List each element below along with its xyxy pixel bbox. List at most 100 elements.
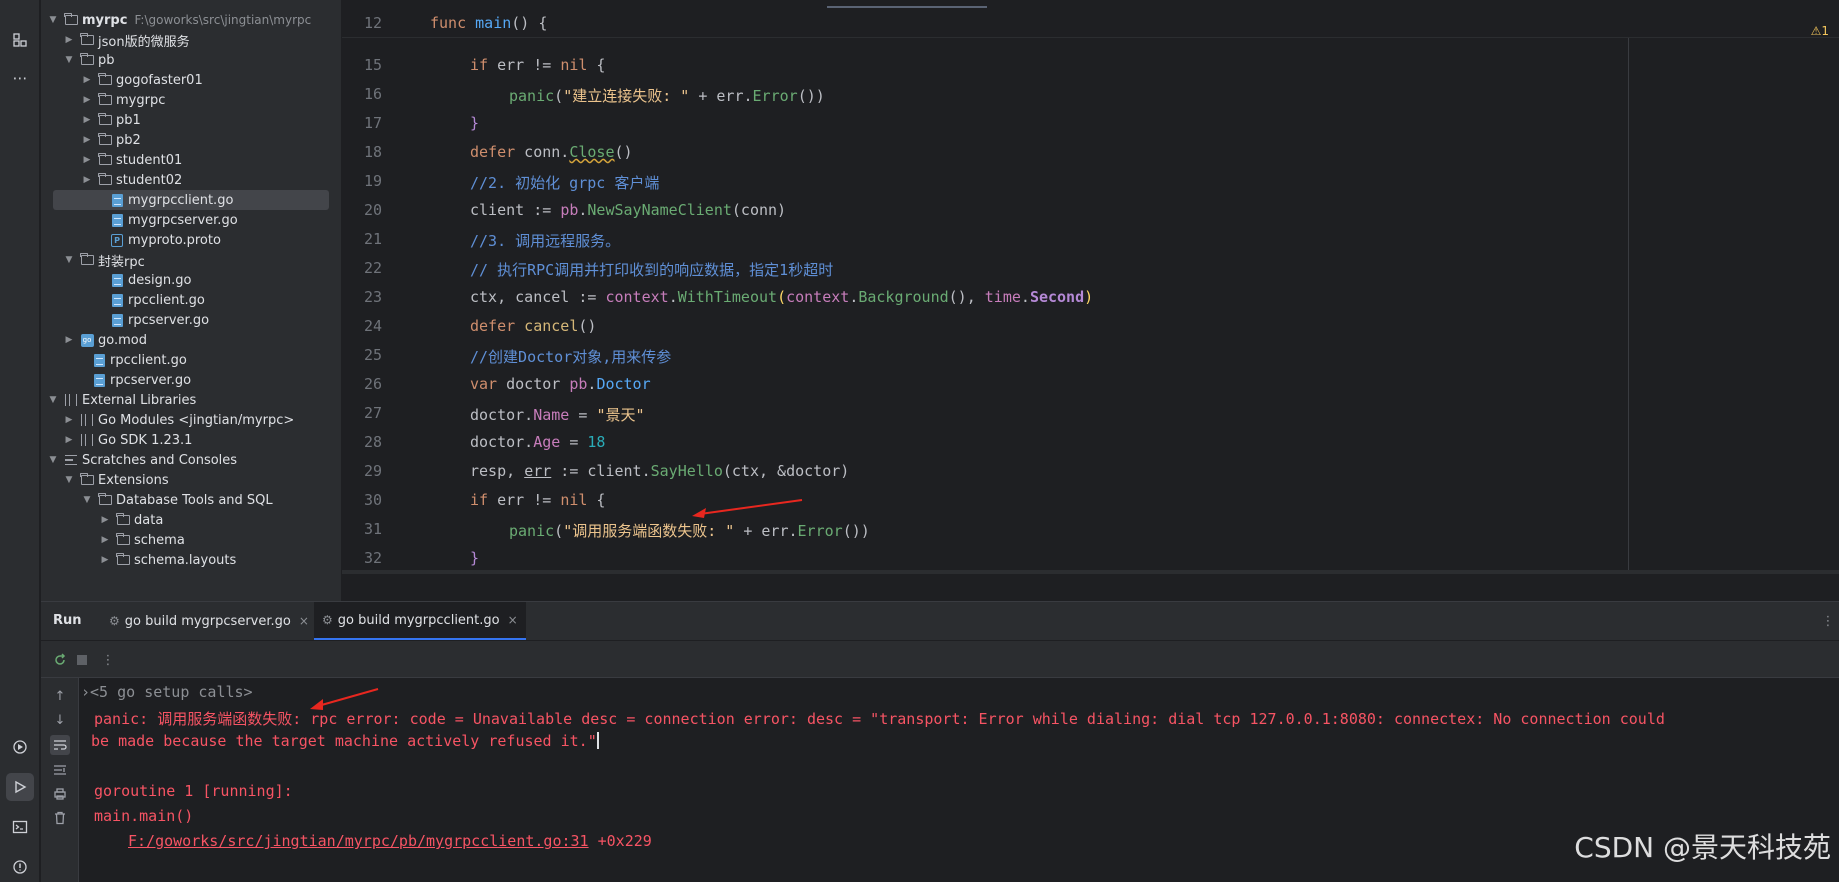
tree-item-selected[interactable]: mygrpcclient.go — [53, 190, 329, 210]
more-icon[interactable]: ⋯ — [6, 64, 34, 92]
rerun-icon[interactable] — [51, 651, 69, 669]
code-token: client := — [470, 201, 561, 219]
chevron-right-icon[interactable]: ▶ — [99, 555, 111, 565]
tree-item[interactable]: ▶ go go.mod — [41, 330, 341, 350]
tree-item[interactable]: ▶ data — [41, 510, 341, 530]
tree-item-label: Go SDK 1.23.1 — [98, 432, 193, 448]
chevron-right-icon[interactable]: ▶ — [63, 35, 75, 45]
close-icon[interactable]: × — [299, 614, 309, 628]
annotation-arrow-icon — [692, 499, 803, 518]
tree-item[interactable]: mygrpcserver.go — [41, 210, 341, 230]
line-number: 25 — [363, 346, 382, 364]
line-number: 21 — [363, 230, 382, 248]
trash-icon[interactable] — [50, 808, 70, 828]
chevron-down-icon[interactable]: ▼ — [81, 495, 93, 505]
tree-item-label: data — [134, 512, 164, 528]
tree-item[interactable]: ▶ gogofaster01 — [41, 70, 341, 90]
line-number: 32 — [363, 549, 382, 567]
tree-item[interactable]: ▼ Database Tools and SQL — [41, 490, 341, 510]
warning-indicator[interactable]: ⚠1 — [1811, 24, 1829, 38]
library-icon — [79, 413, 95, 427]
code-token: "调用服务端函数失败: " — [563, 522, 735, 540]
setup-calls-fold[interactable]: <5 go setup calls> — [90, 683, 253, 701]
tree-item[interactable]: rpcclient.go — [41, 290, 341, 310]
tree-item[interactable]: ▶ schema — [41, 530, 341, 550]
chevron-right-icon[interactable]: ▶ — [81, 115, 93, 125]
chevron-right-icon[interactable]: ▶ — [81, 75, 93, 85]
chevron-right-icon[interactable]: ▶ — [63, 415, 75, 425]
line-number: 12 — [363, 14, 382, 32]
tree-item[interactable]: ▶ pb1 — [41, 110, 341, 130]
chevron-down-icon[interactable]: ▼ — [47, 15, 59, 25]
chevron-right-icon[interactable]: ▶ — [63, 435, 75, 445]
tab-run-client[interactable]: ⚙ go build mygrpcclient.go × — [314, 602, 526, 640]
tab-run-server[interactable]: ⚙ go build mygrpcserver.go × — [101, 602, 317, 640]
tree-item[interactable]: ▶ Go Modules <jingtian/myrpc> — [41, 410, 341, 430]
services-icon[interactable] — [6, 733, 34, 761]
sticky-scroll-header[interactable]: 12 func main() { ⚠1 — [342, 10, 1839, 38]
problems-icon[interactable] — [6, 853, 34, 881]
tree-item[interactable]: P myproto.proto — [41, 230, 341, 250]
chevron-down-icon[interactable]: ▼ — [63, 475, 75, 485]
chevron-right-icon[interactable]: ▶ — [81, 175, 93, 185]
scroll-to-end-icon[interactable] — [50, 760, 70, 780]
folder-icon — [97, 153, 113, 167]
chevron-down-icon[interactable]: ▼ — [47, 455, 59, 465]
tree-item[interactable]: ▶ mygrpc — [41, 90, 341, 110]
tree-item[interactable]: ▶ student02 — [41, 170, 341, 190]
chevron-right-icon[interactable]: ▶ — [81, 135, 93, 145]
tree-item[interactable]: ▶ pb2 — [41, 130, 341, 150]
chevron-down-icon[interactable]: ▼ — [63, 55, 75, 65]
arrow-up-icon[interactable]: ↑ — [50, 686, 70, 706]
chevron-right-icon[interactable]: ▶ — [63, 335, 75, 345]
run-panel-options-icon[interactable]: ⋮ — [1819, 612, 1837, 630]
chevron-right-icon[interactable]: ▶ — [81, 95, 93, 105]
code-editor[interactable]: 12 func main() { ⚠1 conn, err := grpc.Ne… — [342, 0, 1839, 574]
chevron-right-icon[interactable]: › — [81, 683, 90, 701]
tree-item[interactable]: ▶ schema.layouts — [41, 550, 341, 570]
soft-wrap-icon[interactable] — [50, 735, 70, 755]
tree-item[interactable]: ▼ Scratches and Consoles — [41, 450, 341, 470]
tree-item[interactable]: rpcserver.go — [41, 370, 341, 390]
tree-item[interactable]: ▼ Extensions — [41, 470, 341, 490]
code-token: "景天" — [596, 406, 645, 424]
terminal-icon[interactable] — [6, 813, 34, 841]
chevron-right-icon[interactable]: ▶ — [99, 535, 111, 545]
go-build-icon: ⚙ — [322, 613, 333, 627]
code-token: ()) — [842, 522, 870, 540]
tree-item-label: schema — [134, 532, 185, 548]
run-icon[interactable] — [6, 773, 34, 801]
tree-item[interactable]: ▼ pb — [41, 50, 341, 70]
tree-item[interactable]: rpcclient.go — [41, 350, 341, 370]
tree-item-label: gogofaster01 — [116, 72, 203, 88]
run-toolbar: ⋮ — [41, 640, 1839, 678]
arrow-down-icon[interactable]: ↓ — [50, 710, 70, 730]
tree-item[interactable]: ▶ json版的微服务 — [41, 30, 341, 50]
line-number: 20 — [363, 201, 382, 219]
tree-item[interactable]: ▶ student01 — [41, 150, 341, 170]
console-text: be made because the target machine activ… — [91, 732, 597, 750]
chevron-right-icon[interactable]: ▶ — [99, 515, 111, 525]
chevron-down-icon[interactable]: ▼ — [63, 255, 75, 265]
chevron-right-icon[interactable]: ▶ — [81, 155, 93, 165]
code-token: defer — [470, 317, 516, 335]
close-icon[interactable]: × — [508, 613, 518, 627]
stacktrace-link[interactable]: F:/goworks/src/jingtian/myrpc/pb/mygrpcc… — [128, 832, 589, 850]
code-line: if err != nil { — [470, 491, 605, 509]
chevron-down-icon[interactable]: ▼ — [47, 395, 59, 405]
stop-icon[interactable] — [73, 651, 91, 669]
tree-item-label: pb — [98, 52, 115, 68]
tree-item[interactable]: ▼ 封装rpc — [41, 250, 341, 270]
folder-icon — [63, 13, 79, 27]
horizontal-scrollbar[interactable] — [342, 570, 1839, 574]
tree-item[interactable]: ▼ External Libraries — [41, 390, 341, 410]
code-token: nil — [560, 56, 588, 74]
more-actions-icon[interactable]: ⋮ — [99, 651, 117, 669]
print-icon[interactable] — [50, 784, 70, 804]
tree-item[interactable]: rpcserver.go — [41, 310, 341, 330]
tree-item[interactable]: design.go — [41, 270, 341, 290]
structure-icon[interactable] — [6, 26, 34, 54]
tree-item[interactable]: ▶ Go SDK 1.23.1 — [41, 430, 341, 450]
code-token: Error — [797, 522, 843, 540]
tree-root[interactable]: ▼ myrpc F:\goworks\src\jingtian\myrpc — [41, 10, 341, 30]
